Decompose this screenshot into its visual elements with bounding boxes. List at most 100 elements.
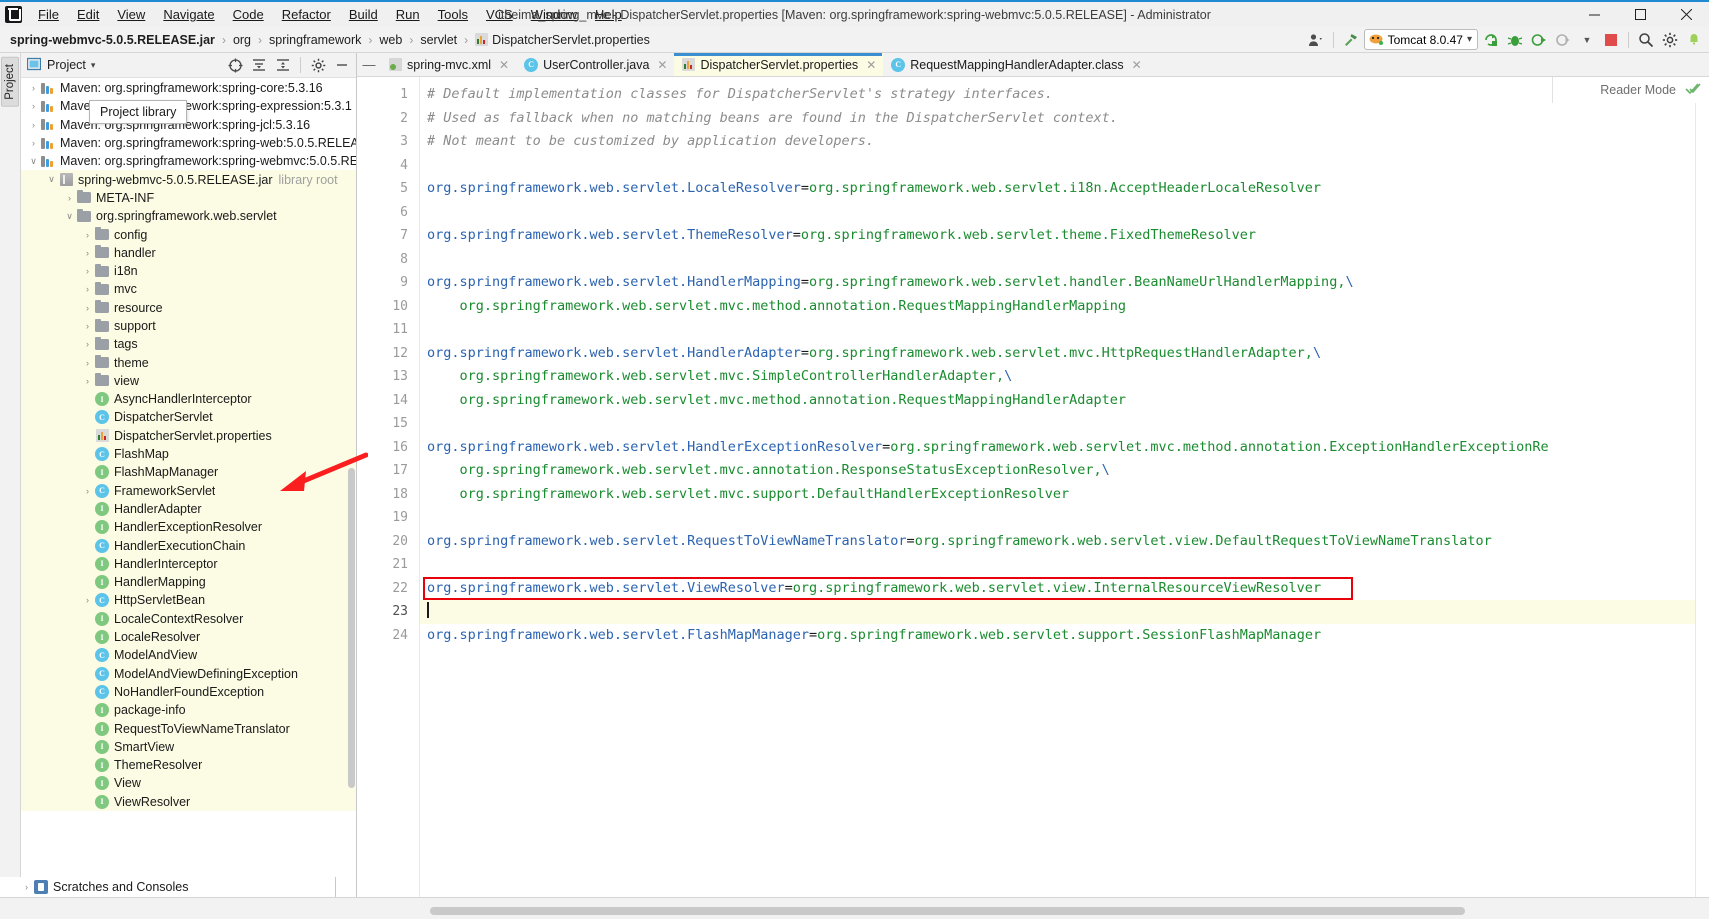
close-button[interactable]	[1663, 2, 1709, 27]
tree-node[interactable]: I View	[21, 774, 356, 793]
hide-panel-icon[interactable]	[331, 54, 353, 76]
chevron-right-icon[interactable]: ›	[81, 358, 94, 368]
code-line[interactable]	[420, 412, 1709, 436]
menu-vcs[interactable]: VCS	[477, 3, 522, 26]
chevron-down-icon[interactable]: ∨	[45, 174, 58, 185]
chevron-down-icon[interactable]: ▾	[1467, 34, 1472, 45]
menu-help[interactable]: Help	[586, 3, 631, 26]
close-tab-icon[interactable]: ✕	[1132, 58, 1142, 72]
tree-node[interactable]: Ipackage-info	[21, 701, 356, 720]
code-line[interactable]: org.springframework.web.servlet.mvc.anno…	[420, 459, 1709, 483]
code-line[interactable]	[420, 248, 1709, 272]
tree-node[interactable]: I FlashMapManager	[21, 463, 356, 482]
hide-tabs-icon[interactable]: —	[357, 53, 381, 76]
tree-node[interactable]: › Maven: org.springframework:spring-web:5…	[21, 134, 356, 152]
project-tree-scrollbar[interactable]	[348, 468, 355, 788]
code-line[interactable]: org.springframework.web.servlet.HandlerA…	[420, 342, 1709, 366]
tree-node[interactable]: › C HttpServletBean	[21, 591, 356, 610]
menu-window[interactable]: Window	[522, 3, 586, 26]
code-line[interactable]: # Default implementation classes for Dis…	[420, 83, 1709, 107]
chevron-down-icon[interactable]: ∨	[63, 211, 76, 222]
breadcrumb-item-springframework[interactable]: springframework	[267, 32, 363, 48]
chevron-right-icon[interactable]: ›	[81, 248, 94, 258]
tool-window-button-project[interactable]: Project	[1, 57, 19, 107]
project-view-chevron-icon[interactable]: ▾	[91, 60, 96, 71]
chevron-right-icon[interactable]: ›	[81, 266, 94, 276]
collapse-all-icon[interactable]	[272, 54, 294, 76]
editor-tab[interactable]: DispatcherServlet.properties ✕	[674, 53, 884, 76]
chevron-right-icon[interactable]: ›	[81, 486, 94, 496]
code-line[interactable]	[420, 318, 1709, 342]
chevron-right-icon[interactable]: ›	[81, 321, 94, 331]
code-line[interactable]: org.springframework.web.servlet.mvc.Simp…	[420, 365, 1709, 389]
close-tab-icon[interactable]: ✕	[499, 58, 509, 72]
tree-node[interactable]: › tags	[21, 335, 356, 354]
code-line[interactable]	[420, 553, 1709, 577]
tree-node[interactable]: › resource	[21, 298, 356, 317]
profile-button[interactable]	[1552, 29, 1574, 51]
code-line[interactable]: # Not meant to be customized by applicat…	[420, 130, 1709, 154]
tree-node[interactable]: ∨ Maven: org.springframework:spring-webmv…	[21, 152, 356, 170]
panel-settings-gear-icon[interactable]	[307, 54, 329, 76]
chevron-right-icon[interactable]: ›	[27, 120, 40, 130]
code-line[interactable]	[420, 201, 1709, 225]
tree-node[interactable]: › handler	[21, 243, 356, 262]
tree-node[interactable]: › Maven: org.springframework:spring-expre…	[21, 97, 356, 115]
run-configuration-selector[interactable]: Tomcat 8.0.47 ▾	[1363, 29, 1478, 50]
close-tab-icon[interactable]: ✕	[866, 58, 876, 72]
code-line[interactable]: org.springframework.web.servlet.FlashMap…	[420, 624, 1709, 648]
breadcrumb-item-org[interactable]: org	[231, 32, 253, 48]
menu-tools[interactable]: Tools	[429, 3, 477, 26]
scratches-and-consoles-node[interactable]: › Scratches and Consoles	[0, 877, 336, 897]
code-line[interactable]: org.springframework.web.servlet.mvc.supp…	[420, 483, 1709, 507]
tree-node[interactable]: › Maven: org.springframework:spring-core:…	[21, 79, 356, 97]
tree-node[interactable]: I ThemeResolver	[21, 755, 356, 775]
chevron-right-icon[interactable]: ›	[27, 83, 40, 93]
code-line[interactable]	[420, 154, 1709, 178]
menu-code[interactable]: Code	[224, 3, 273, 26]
chevron-right-icon[interactable]: ›	[81, 284, 94, 294]
tree-node[interactable]: I LocaleContextResolver	[21, 609, 356, 628]
expand-arrow-icon[interactable]: ›	[20, 882, 33, 892]
code-line[interactable]: org.springframework.web.servlet.RequestT…	[420, 530, 1709, 554]
maximize-button[interactable]	[1617, 2, 1663, 27]
tree-node[interactable]: C FlashMap	[21, 444, 356, 464]
debug-button[interactable]	[1504, 29, 1526, 51]
tree-node[interactable]: ∨ spring-webmvc-5.0.5.RELEASE.jar library …	[21, 170, 356, 189]
code-line[interactable]: org.springframework.web.servlet.LocaleRe…	[420, 177, 1709, 201]
profile-dropdown[interactable]: ▼	[1576, 29, 1598, 51]
settings-button[interactable]	[1659, 29, 1681, 51]
editor-tab[interactable]: C UserController.java ✕	[516, 53, 674, 76]
tree-node[interactable]: › support	[21, 316, 356, 336]
breadcrumb-item-jar[interactable]: spring-webmvc-5.0.5.RELEASE.jar	[8, 32, 217, 48]
tree-node[interactable]: › Maven: org.springframework:spring-jcl:5…	[21, 116, 356, 134]
tree-node[interactable]: › C FrameworkServlet	[21, 481, 356, 500]
run-button[interactable]	[1480, 29, 1502, 51]
close-tab-icon[interactable]: ✕	[657, 58, 667, 72]
inspections-ok-icon[interactable]	[1685, 82, 1701, 99]
tree-node[interactable]: I AsyncHandlerInterceptor	[21, 390, 356, 409]
chevron-right-icon[interactable]: ›	[81, 230, 94, 240]
editor-code-area[interactable]: # Default implementation classes for Dis…	[420, 77, 1709, 897]
code-line[interactable]: # Used as fallback when no matching bean…	[420, 107, 1709, 131]
project-tree[interactable]: › Maven: org.springframework:spring-core:…	[21, 78, 356, 897]
chevron-right-icon[interactable]: ›	[81, 376, 94, 386]
menu-edit[interactable]: Edit	[68, 3, 108, 26]
tree-node[interactable]: C NoHandlerFoundException	[21, 682, 356, 702]
tree-node[interactable]: I ViewResolver	[21, 792, 356, 811]
chevron-right-icon[interactable]: ›	[27, 138, 40, 148]
menu-run[interactable]: Run	[387, 3, 429, 26]
expand-all-icon[interactable]	[248, 54, 270, 76]
tree-node[interactable]: C HandlerExecutionChain	[21, 536, 356, 555]
breadcrumb-item-servlet[interactable]: servlet	[418, 32, 459, 48]
scratches-row[interactable]: › Scratches and Consoles	[20, 879, 189, 895]
code-line[interactable]: org.springframework.web.servlet.ViewReso…	[420, 576, 1709, 600]
code-line[interactable]: org.springframework.web.servlet.HandlerM…	[420, 271, 1709, 295]
tree-node[interactable]: › mvc	[21, 280, 356, 299]
tree-node[interactable]: C ModelAndViewDefiningException	[21, 664, 356, 683]
editor-marker-rail[interactable]	[1695, 77, 1709, 897]
chevron-right-icon[interactable]: ›	[81, 303, 94, 313]
editor-tab[interactable]: C RequestMappingHandlerAdapter.class ✕	[883, 53, 1148, 76]
editor-tab[interactable]: spring-mvc.xml ✕	[381, 53, 516, 76]
scroll-from-source-icon[interactable]	[224, 54, 246, 76]
